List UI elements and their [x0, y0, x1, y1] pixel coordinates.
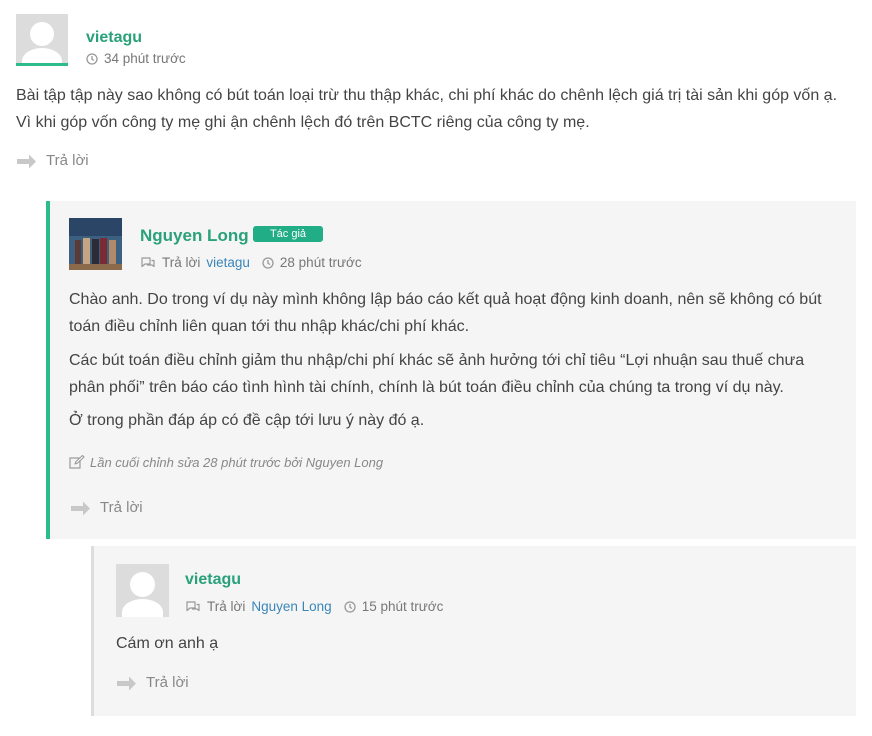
- reply-button[interactable]: Trả lời: [70, 499, 143, 516]
- comment-author[interactable]: vietagu: [185, 571, 241, 589]
- comment-paragraph-3: Ở trong phần đáp áp có đề cập tới lưu ý …: [69, 412, 425, 429]
- comment-text: Bài tập tập này sao không có bút toán lo…: [16, 87, 838, 131]
- reply-to-icon: [141, 257, 155, 268]
- reply-to-icon: [186, 601, 200, 612]
- reply-label: Trả lời: [46, 152, 89, 169]
- avatar[interactable]: [116, 564, 169, 617]
- author-badge: Tác giả: [253, 226, 323, 242]
- comment-author[interactable]: Nguyen Long: [140, 226, 249, 246]
- comment-text: Cám ơn anh ạ: [116, 635, 219, 652]
- avatar[interactable]: [16, 14, 68, 66]
- clock-icon: [262, 256, 274, 269]
- reply-button[interactable]: Trả lời: [16, 152, 89, 169]
- comment-nguyen-long: Nguyen Long Tác giả Trả lời vietagu 28 p…: [46, 201, 856, 539]
- reply-arrow-icon: [117, 676, 136, 690]
- reply-arrow-icon: [71, 501, 90, 515]
- reply-to-user-link[interactable]: Nguyen Long: [251, 599, 331, 614]
- reply-button[interactable]: Trả lời: [116, 674, 189, 691]
- comment-vietagu-2: vietagu Trả lời Nguyen Long 15 phút trướ…: [91, 546, 856, 716]
- reply-to-label: Trả lời: [162, 255, 201, 270]
- comment-meta: Trả lời vietagu 28 phút trước: [140, 255, 362, 270]
- clock-icon: [86, 52, 98, 65]
- comment-paragraph-1: Chào anh. Do trong ví dụ này mình không …: [69, 291, 822, 335]
- comment-paragraph-2: Các bút toán điều chỉnh giảm thu nhập/ch…: [69, 352, 805, 396]
- comment-time: 34 phút trước: [104, 51, 186, 66]
- comment-time: 28 phút trước: [279, 255, 362, 270]
- edited-note: Lần cuối chỉnh sửa 28 phút trước bởi Ngu…: [69, 455, 383, 470]
- reply-label: Trả lời: [100, 499, 143, 516]
- avatar[interactable]: [69, 218, 122, 270]
- reply-label: Trả lời: [146, 674, 189, 691]
- comment-time: 15 phút trước: [361, 599, 444, 614]
- comment-author[interactable]: vietagu: [86, 29, 142, 47]
- reply-to-label: Trả lời: [207, 599, 246, 614]
- reply-to-user-link[interactable]: vietagu: [206, 255, 250, 270]
- comment-meta: 34 phút trước: [86, 51, 186, 66]
- reply-arrow-icon: [17, 154, 36, 168]
- edit-icon: [69, 455, 85, 469]
- comment-meta: Trả lời Nguyen Long 15 phút trước: [185, 599, 443, 614]
- clock-icon: [344, 600, 356, 613]
- edited-text: Lần cuối chỉnh sửa 28 phút trước bởi Ngu…: [90, 455, 384, 470]
